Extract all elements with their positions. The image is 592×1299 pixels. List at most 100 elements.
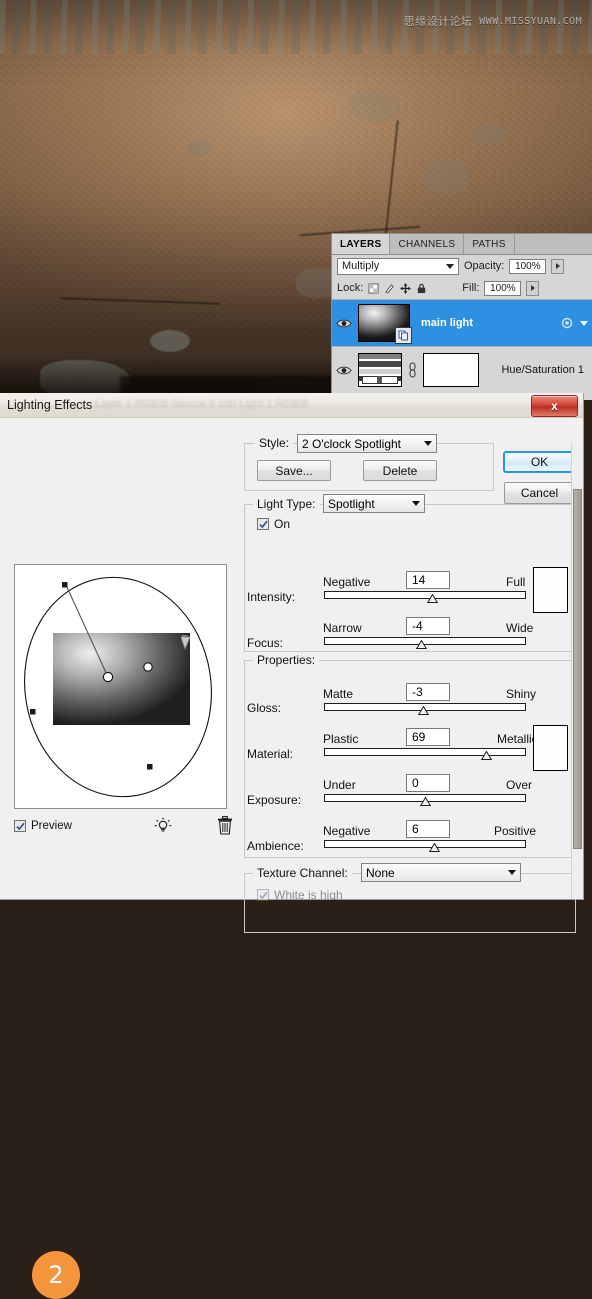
texture-channel-select[interactable]: None [361,863,521,882]
layer-thumbnail[interactable] [358,304,410,342]
wall-peel-patch [470,125,508,145]
style-label: Style: [255,436,293,450]
trash-icon[interactable] [217,816,233,835]
texture-channel-group: Texture Channel: None White is high [244,873,576,933]
light-color-swatch[interactable] [533,567,568,613]
ellipse-handle-left [30,709,36,715]
light-center-handle [103,672,112,681]
focus-label: Focus: [247,636,283,650]
dialog-scrollbar-track[interactable] [571,443,583,899]
ambience-slider[interactable] [324,840,526,849]
intensity-slider-thumb[interactable] [427,592,438,601]
ambience-slider-track [324,840,526,848]
tab-layers[interactable]: LAYERS [332,234,390,254]
blend-mode-value: Multiply [342,260,379,272]
ambience-max-label: Positive [494,824,536,838]
dialog-scrollbar-thumb[interactable] [573,489,582,849]
material-slider[interactable] [324,748,526,757]
ambience-label: Ambience: [247,839,304,853]
intensity-value-input[interactable]: 14 [406,571,450,589]
fill-flyout-button[interactable] [526,281,539,296]
focus-slider-thumb[interactable] [416,638,427,647]
layers-panel[interactable]: LAYERS CHANNELS PATHS Multiply Opacity: … [331,233,592,400]
blend-mode-select[interactable]: Multiply [337,258,459,275]
ambience-slider-thumb[interactable] [429,841,440,850]
gloss-value-input[interactable]: -3 [406,683,450,701]
material-value-input[interactable]: 69 [406,728,450,746]
dialog-titlebar[interactable]: Lighting Effects Layer 1 RGB/8 Source 8 … [0,393,583,418]
watermark-url: WWW.MISSYUAN.COM [479,16,582,27]
exposure-slider-thumb[interactable] [420,795,431,804]
ellipse-handle-bottom [147,764,153,770]
exposure-slider[interactable] [324,794,526,803]
light-on-checkbox[interactable] [257,518,269,530]
preview-image-rect [53,633,190,725]
cancel-button[interactable]: Cancel [504,482,575,504]
lock-move-icon[interactable] [400,283,411,294]
close-button[interactable]: x [531,395,578,417]
chevron-down-icon [446,264,454,269]
delete-button[interactable]: Delete [363,460,437,481]
preview-controls-row: Preview [14,816,227,836]
white-is-high-checkbox[interactable] [257,889,269,901]
preview-checkbox[interactable] [14,820,26,832]
layer-mask-thumbnail[interactable] [423,353,479,387]
blend-opacity-row: Multiply Opacity: 100% [332,255,592,277]
light-type-label: Light Type: [253,497,320,511]
intensity-slider-track [324,591,526,599]
adjustment-layer-thumbnail[interactable] [358,353,402,387]
lock-icon-group [368,283,427,294]
fill-input[interactable]: 100% [484,281,521,296]
texture-channel-value: None [366,866,395,880]
chevron-down-icon [412,501,420,506]
lighting-effects-dialog[interactable]: Lighting Effects Layer 1 RGB/8 Source 8 … [0,393,584,900]
focus-value-input[interactable]: -4 [406,617,450,635]
chevron-down-icon [424,441,432,446]
layer-visibility-eye-icon[interactable] [335,314,353,332]
gloss-slider-thumb[interactable] [418,704,429,713]
intensity-min-label: Negative [323,575,370,589]
style-select[interactable]: 2 O'clock Spotlight [297,434,437,453]
material-color-swatch[interactable] [533,725,568,771]
layer-row-main-light[interactable]: main light [332,299,592,346]
material-min-label: Plastic [323,732,358,746]
lock-transparency-icon[interactable] [368,283,379,294]
focus-slider[interactable] [324,637,526,646]
tab-channels[interactable]: CHANNELS [390,234,464,254]
gloss-min-label: Matte [323,687,353,701]
layer-visibility-eye-icon[interactable] [335,361,353,379]
focus-max-label: Wide [506,621,533,635]
material-max-label: Metallic [497,732,538,746]
dialog-body: Preview [0,418,583,899]
preview-label: Preview [31,820,72,832]
ellipse-handle-top [62,582,68,588]
layer-expand-arrow-icon[interactable] [580,319,588,327]
lock-all-icon[interactable] [416,283,427,294]
wall-peel-patch [150,330,190,352]
layer-mask-link-icon[interactable] [407,360,418,380]
lighting-preview-canvas[interactable] [14,564,227,809]
preview-svg [15,565,226,808]
lock-label: Lock: [337,282,363,294]
wall-peel-patch [350,90,400,122]
opacity-flyout-button[interactable] [551,259,564,274]
light-type-select[interactable]: Spotlight [323,494,425,513]
opacity-input[interactable]: 100% [509,259,546,274]
smart-object-badge-icon [395,327,412,344]
lock-brush-icon[interactable] [384,283,395,294]
intensity-slider[interactable] [324,591,526,600]
wall-peel-patch [186,140,212,156]
dialog-title: Lighting Effects [0,398,92,412]
light-bulb-icon[interactable] [154,817,172,835]
gloss-slider[interactable] [324,703,526,712]
save-button[interactable]: Save... [257,460,331,481]
exposure-value-input[interactable]: 0 [406,774,450,792]
layer-row-hue-saturation[interactable]: Hue/Saturation 1 [332,346,592,393]
layers-panel-tabs: LAYERS CHANNELS PATHS [332,234,592,255]
ambience-value-input[interactable]: 6 [406,820,450,838]
ok-button[interactable]: OK [503,451,576,473]
layer-style-icon[interactable] [561,317,573,329]
exposure-max-label: Over [506,778,532,792]
material-slider-thumb[interactable] [481,749,492,758]
tab-paths[interactable]: PATHS [464,234,514,254]
